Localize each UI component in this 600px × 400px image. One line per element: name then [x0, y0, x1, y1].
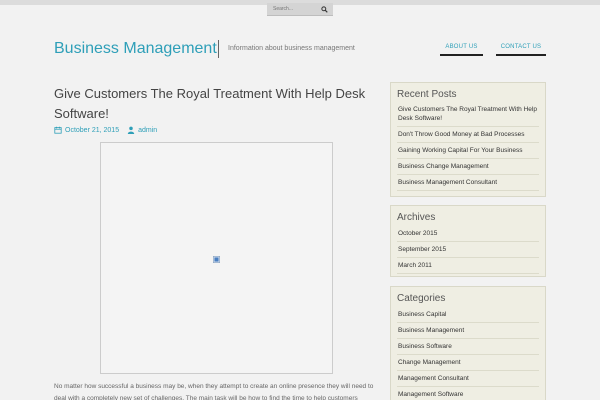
category-link[interactable]: Business Capital: [397, 307, 539, 323]
category-link[interactable]: Management Software: [397, 387, 539, 400]
archives-widget: Archives October 2015 September 2015 Mar…: [390, 205, 546, 277]
archive-link[interactable]: September 2015: [397, 242, 539, 258]
post-image: [100, 142, 333, 374]
category-link[interactable]: Change Management: [397, 355, 539, 371]
post-excerpt: No matter how successful a business may …: [54, 383, 374, 400]
search-input[interactable]: [267, 6, 315, 12]
user-icon: [127, 126, 135, 134]
post-meta: October 21, 2015 admin: [54, 126, 157, 134]
categories-title: Categories: [397, 293, 446, 304]
site-tagline: Information about business management: [228, 45, 355, 52]
post-author[interactable]: admin: [138, 127, 157, 134]
archive-link[interactable]: March 2011: [397, 258, 539, 274]
category-link[interactable]: Business Software: [397, 339, 539, 355]
recent-posts-widget: Recent Posts Give Customers The Royal Tr…: [390, 82, 546, 197]
search-form: [267, 3, 333, 16]
header-divider: [218, 40, 219, 58]
recent-post-link[interactable]: Business Change Management: [397, 159, 539, 175]
nav-about-us[interactable]: ABOUT US: [440, 43, 483, 56]
nav-contact-us[interactable]: CONTACT US: [496, 43, 546, 56]
post-date[interactable]: October 21, 2015: [65, 127, 119, 134]
calendar-icon: [54, 126, 62, 134]
recent-post-link[interactable]: Don't Throw Good Money at Bad Processes: [397, 127, 539, 143]
categories-widget: Categories Business Capital Business Man…: [390, 286, 546, 400]
site-title[interactable]: Business Management: [54, 40, 217, 58]
post-title[interactable]: Give Customers The Royal Treatment With …: [54, 84, 374, 124]
archive-link[interactable]: October 2015: [397, 226, 539, 242]
broken-image-icon: [213, 256, 220, 263]
search-icon[interactable]: [321, 6, 328, 13]
post-author-wrap: admin: [127, 126, 157, 134]
category-link[interactable]: Management Consultant: [397, 371, 539, 387]
archives-title: Archives: [397, 212, 436, 223]
recent-post-link[interactable]: Business Management Consultant: [397, 175, 539, 191]
category-link[interactable]: Business Management: [397, 323, 539, 339]
recent-posts-title: Recent Posts: [397, 89, 457, 100]
recent-post-link[interactable]: Gaining Working Capital For Your Busines…: [397, 143, 539, 159]
recent-post-link[interactable]: Give Customers The Royal Treatment With …: [397, 103, 539, 127]
